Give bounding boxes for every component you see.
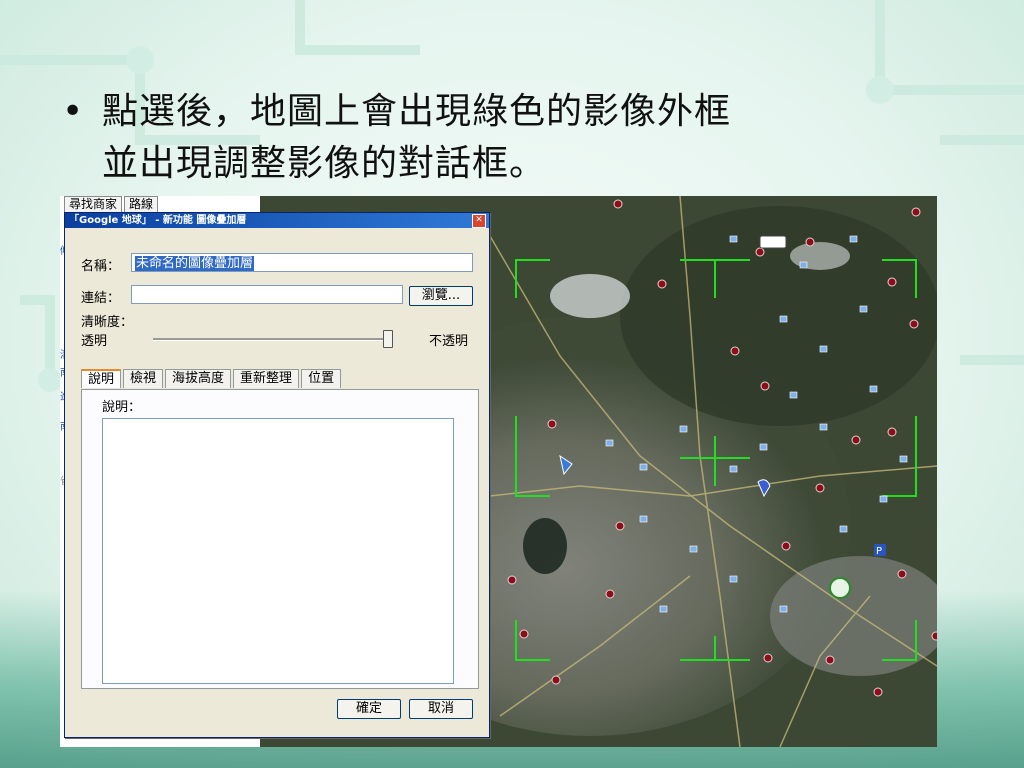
opacity-slider-thumb[interactable] (383, 330, 393, 348)
bullet-line-2: 並出現調整影像的對話框。 (102, 143, 547, 184)
lake (523, 518, 567, 574)
browse-button[interactable]: 瀏覽... (409, 286, 473, 306)
tab-directions[interactable]: 路線 (124, 196, 159, 212)
link-label: 連結： (81, 291, 121, 306)
google-earth-screenshot: 尋找商家 路線 傾 清 南 進 南 省 (60, 196, 937, 747)
dialog-title: 「Google 地球」 - 新功能 圖像疊加層 (69, 215, 247, 226)
cloud (790, 242, 850, 270)
name-field[interactable]: 未命名的圖像疊加層 (131, 253, 473, 272)
description-label: 說明： (102, 400, 142, 415)
opacity-slider-track[interactable] (153, 338, 393, 341)
flower-icon (829, 577, 851, 599)
dialog-tabs: 說明 檢視 海拔高度 重新整理 位置 (81, 369, 343, 388)
tab-view[interactable]: 檢視 (123, 369, 164, 388)
name-field-value: 未命名的圖像疊加層 (135, 256, 255, 271)
tab-refresh[interactable]: 重新整理 (233, 369, 300, 388)
tab-description[interactable]: 說明 (81, 369, 122, 388)
description-tab-panel: 說明： (81, 389, 479, 689)
parking-icon-glyph: P (876, 546, 882, 557)
name-label: 名稱： (81, 259, 121, 274)
opaque-label: 不透明 (429, 334, 469, 349)
bullet-line-1: 點選後，地圖上會出現綠色的影像外框 (102, 91, 732, 132)
link-field[interactable] (131, 285, 403, 304)
slide-bullet-text: • 點選後，地圖上會出現綠色的影像外框 並出現調整影像的對話框。 (62, 86, 942, 190)
close-icon[interactable]: ✕ (472, 214, 486, 228)
tab-location[interactable]: 位置 (301, 369, 342, 388)
description-textarea[interactable] (102, 418, 454, 684)
bullet-dot: • (62, 91, 85, 132)
tab-find-business[interactable]: 尋找商家 (64, 196, 123, 212)
dialog-titlebar[interactable]: 「Google 地球」 - 新功能 圖像疊加層 ✕ (65, 213, 489, 228)
ok-button[interactable]: 確定 (337, 699, 401, 719)
sidebar-tabs: 尋找商家 路線 (64, 196, 160, 212)
cloud (550, 274, 630, 318)
cancel-button[interactable]: 取消 (409, 699, 473, 719)
image-overlay-dialog: 「Google 地球」 - 新功能 圖像疊加層 ✕ 名稱： 未命名的圖像疊加層 … (64, 212, 490, 738)
transparent-label: 透明 (81, 334, 108, 349)
tab-altitude[interactable]: 海拔高度 (165, 369, 232, 388)
clarity-label: 清晰度： (81, 315, 134, 330)
white-label-marker (759, 235, 787, 249)
